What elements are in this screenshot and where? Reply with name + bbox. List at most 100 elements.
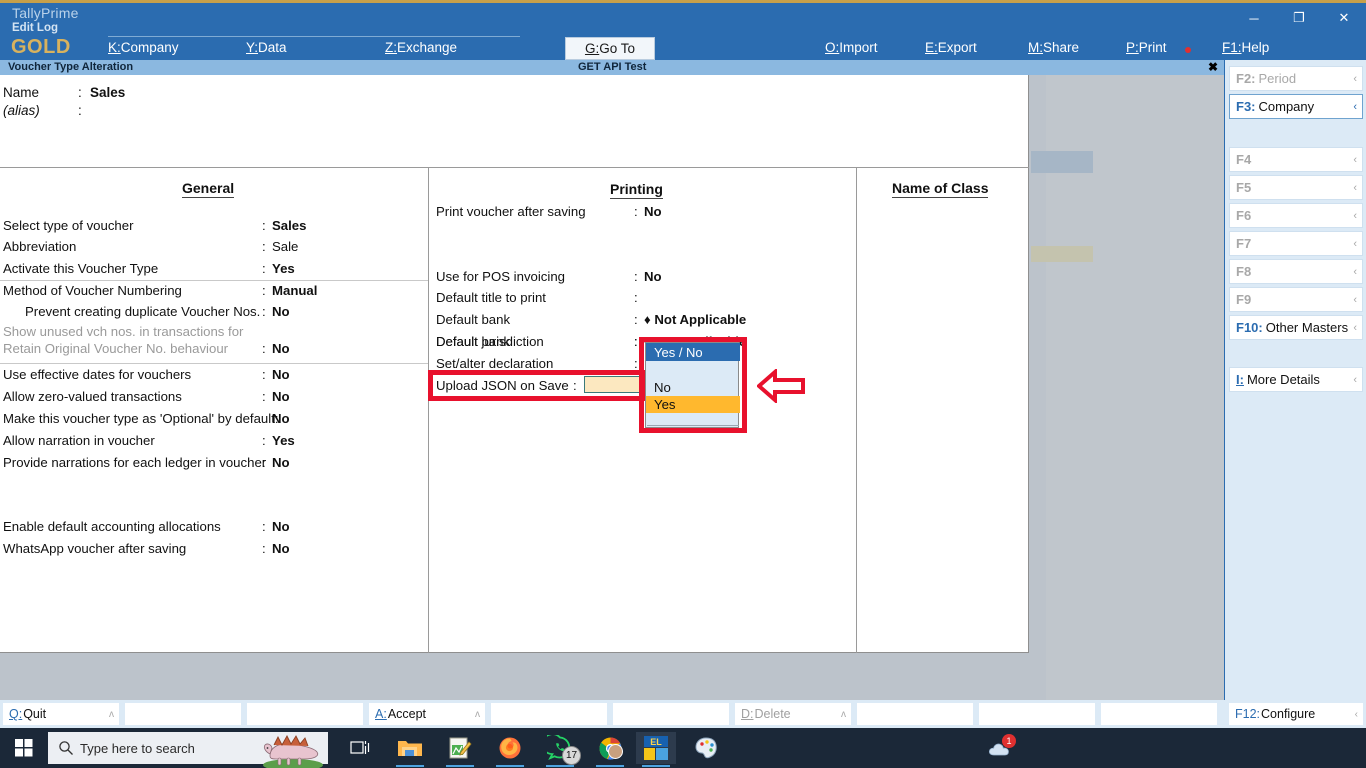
function-key-f5[interactable]: F5 ‹: [1229, 175, 1363, 200]
chrome-icon[interactable]: [590, 732, 630, 764]
value-provide-narrations-each-ledger[interactable]: No: [272, 455, 290, 470]
menu-item-company[interactable]: K:Company: [108, 40, 179, 55]
value-enable-default-accounting-allocations[interactable]: No: [272, 519, 290, 534]
fk-label-more-details: More Details: [1246, 372, 1320, 387]
function-key-f7[interactable]: F7 ‹: [1229, 231, 1363, 256]
value-retain-original-voucher-no[interactable]: No: [272, 341, 290, 356]
name-field-value[interactable]: Sales: [90, 85, 125, 100]
fk-key-f5: F5: [1236, 180, 1252, 195]
button-accept[interactable]: A: Accept ʌ: [368, 702, 486, 726]
company-name-label: GET API Test: [578, 61, 647, 73]
minimize-button[interactable]: ─: [1232, 5, 1276, 31]
tally-app-icon[interactable]: EL: [636, 732, 676, 764]
menu-item-data[interactable]: Y:Data: [246, 40, 287, 55]
value-default-bank-row[interactable]: ♦ Not Applicable: [644, 312, 746, 327]
fk-key-f9: F9: [1236, 292, 1252, 307]
yes-no-dropdown[interactable]: Yes / No No Yes: [645, 342, 740, 428]
button-delete[interactable]: D: Delete ʌ: [734, 702, 852, 726]
fk-key-f10: F10:: [1236, 320, 1263, 335]
fk-key-f4: F4: [1236, 152, 1252, 167]
weather-widget[interactable]: 1: [988, 734, 1016, 763]
menu-key-share: M:: [1028, 40, 1043, 55]
button-label-configure: Configure: [1261, 707, 1316, 721]
chevron-left-icon-f6: ‹: [1353, 209, 1357, 222]
button-label-quit: Quit: [23, 707, 47, 721]
function-key-f4[interactable]: F4 ‹: [1229, 147, 1363, 172]
application-titlebar: TallyPrime Edit Log GOLD K:Company Y:Dat…: [0, 3, 1366, 60]
function-key-panel: F2: Period ‹ F3: Company ‹ F4 ‹ F5 ‹ F6 …: [1224, 60, 1366, 700]
button-key-quit: Q:: [9, 707, 23, 721]
function-key-f9[interactable]: F9 ‹: [1229, 287, 1363, 312]
dropdown-option-yes[interactable]: Yes: [646, 396, 740, 413]
button-quit[interactable]: Q: Quit ʌ: [2, 702, 120, 726]
go-to-button[interactable]: G: Go To: [565, 37, 655, 60]
app-brand-name: TallyPrime: [12, 5, 79, 21]
menu-key-data: Y:: [246, 40, 259, 55]
manage-divider: [108, 36, 520, 37]
button-slot-10[interactable]: [1100, 702, 1218, 726]
function-key-f8[interactable]: F8 ‹: [1229, 259, 1363, 284]
value-whatsapp-voucher-after-saving[interactable]: No: [272, 541, 290, 556]
label-retain-original-voucher-no: Retain Original Voucher No. behaviour: [3, 341, 229, 356]
colon-6: :: [262, 341, 266, 356]
upload-json-on-save-input[interactable]: [584, 376, 640, 393]
label-allow-narration-in-voucher: Allow narration in voucher: [3, 433, 155, 448]
menu-item-share[interactable]: M:Share: [1028, 40, 1079, 55]
function-key-f3-company[interactable]: F3: Company ‹: [1229, 94, 1363, 119]
printing-column-title: Printing: [610, 181, 663, 199]
start-button[interactable]: [0, 728, 48, 768]
caret-icon-accept: ʌ: [475, 708, 480, 720]
function-key-f6[interactable]: F6 ‹: [1229, 203, 1363, 228]
colon-3: :: [262, 283, 266, 298]
value-use-for-pos-invoicing[interactable]: No: [644, 269, 662, 284]
value-make-voucher-optional[interactable]: No: [272, 411, 290, 426]
firefox-icon[interactable]: [490, 732, 530, 764]
menu-label-exchange: Exchange: [397, 40, 458, 55]
fk-key-f7: F7: [1236, 236, 1252, 251]
caret-icon-delete: ʌ: [841, 708, 846, 720]
value-print-voucher-after-saving[interactable]: No: [644, 204, 662, 219]
bottom-button-bar: Q: Quit ʌ A: Accept ʌ D: Delete ʌ F12: C…: [0, 700, 1366, 728]
restore-button[interactable]: ❐: [1277, 5, 1321, 31]
menu-label-data: Data: [258, 40, 287, 55]
function-key-f2-period[interactable]: F2: Period ‹: [1229, 66, 1363, 91]
close-window-button[interactable]: ✕: [1322, 5, 1366, 31]
function-key-more-details[interactable]: I: More Details ‹: [1229, 367, 1363, 392]
taskbar-search-input[interactable]: Type here to search: [48, 732, 328, 768]
menu-label-print: Print: [1138, 40, 1167, 55]
button-key-configure: F12:: [1235, 707, 1261, 721]
value-use-effective-dates[interactable]: No: [272, 367, 290, 382]
paint-icon[interactable]: [686, 732, 726, 764]
button-slot-6[interactable]: [612, 702, 730, 726]
value-abbreviation[interactable]: Sale: [272, 239, 298, 254]
value-allow-narration-in-voucher[interactable]: Yes: [272, 433, 295, 448]
close-screen-icon[interactable]: ✖: [1208, 60, 1218, 74]
colon-0: :: [262, 218, 266, 233]
menu-item-exchange[interactable]: Z:Exchange: [385, 40, 457, 55]
value-select-type-of-voucher[interactable]: Sales: [272, 218, 306, 233]
button-slot-3[interactable]: [246, 702, 364, 726]
editor-app-icon[interactable]: [440, 732, 480, 764]
button-slot-5[interactable]: [490, 702, 608, 726]
whatsapp-icon[interactable]: 17: [540, 732, 581, 765]
value-activate-voucher-type[interactable]: Yes: [272, 261, 295, 276]
menu-item-help[interactable]: F1:Help: [1222, 40, 1269, 55]
button-slot-2[interactable]: [124, 702, 242, 726]
general-column-title: General: [182, 180, 235, 198]
button-slot-8[interactable]: [856, 702, 974, 726]
value-prevent-duplicate-voucher-nos[interactable]: No: [272, 304, 290, 319]
value-method-of-voucher-numbering[interactable]: Manual: [272, 283, 317, 298]
menu-item-export[interactable]: E:Export: [925, 40, 977, 55]
fk-label-f2: Period: [1258, 71, 1297, 86]
value-allow-zero-valued-transactions[interactable]: No: [272, 389, 290, 404]
file-explorer-icon[interactable]: [390, 732, 430, 764]
menu-item-print[interactable]: P:Print: [1126, 40, 1167, 55]
function-key-f10-other-masters[interactable]: F10: Other Masters ‹: [1229, 315, 1363, 340]
colon-8: :: [262, 389, 266, 404]
dropdown-option-no[interactable]: No: [646, 379, 740, 396]
task-view-icon[interactable]: [340, 732, 380, 764]
button-configure[interactable]: F12: Configure ‹: [1228, 702, 1364, 726]
menu-label-export: Export: [937, 40, 977, 55]
menu-item-import[interactable]: O:Import: [825, 40, 878, 55]
button-slot-9[interactable]: [978, 702, 1096, 726]
